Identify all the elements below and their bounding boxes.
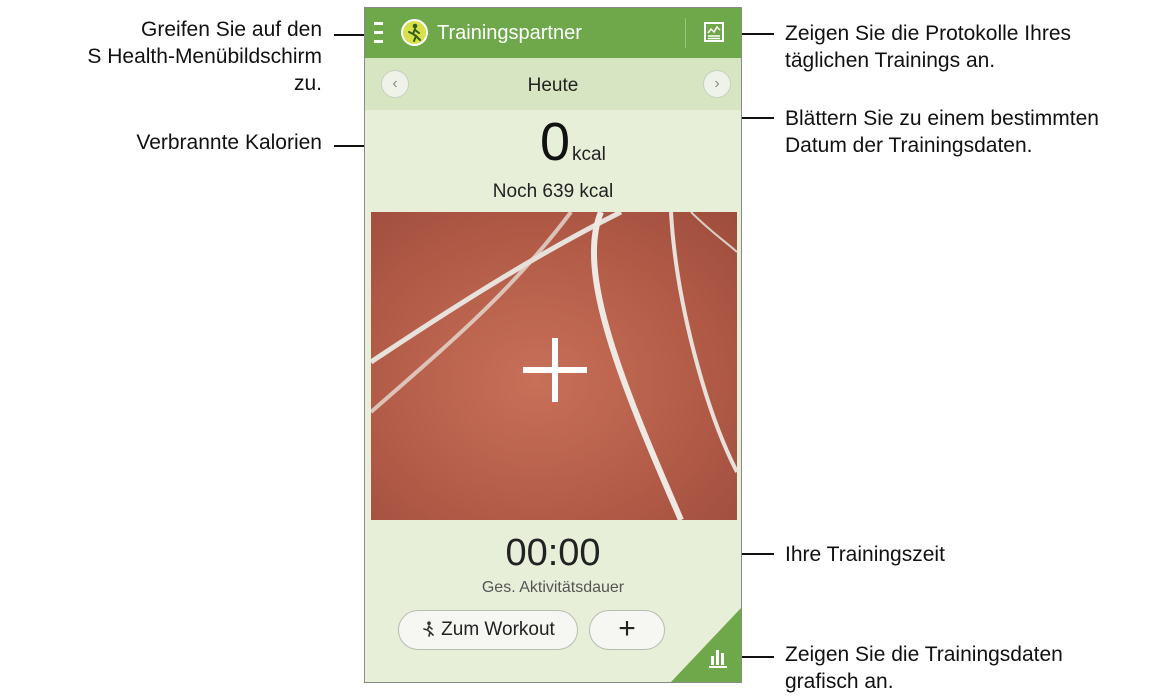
- callout-menu-line2: S Health-Menübildschirm zu.: [87, 45, 322, 95]
- add-button[interactable]: +: [589, 610, 665, 650]
- app-bar: Trainingspartner: [365, 8, 741, 58]
- callout-date-line2: Datum der Trainingsdaten.: [785, 134, 1033, 157]
- leader-graph: [738, 656, 774, 658]
- callout-menu: Greifen Sie auf den S Health-Menübildsch…: [60, 16, 322, 97]
- callout-logs-line2: täglichen Trainings an.: [785, 49, 996, 72]
- callout-graph-line1: Zeigen Sie die Trainingsdaten: [785, 643, 1063, 666]
- walking-person-icon: [421, 611, 435, 649]
- callout-date-line1: Blättern Sie zu einem bestimmten: [785, 107, 1099, 130]
- workout-button-label: Zum Workout: [441, 619, 555, 640]
- appbar-divider: [685, 18, 686, 48]
- app-title: Trainingspartner: [437, 22, 582, 44]
- calories-value: 0: [540, 112, 571, 172]
- callout-graph-line2: grafisch an.: [785, 670, 894, 693]
- exercise-log-icon[interactable]: [704, 22, 724, 42]
- add-workout-plus-icon[interactable]: [371, 212, 737, 520]
- phone-screen: Trainingspartner ‹ Heute › 0 kcal Noch 6…: [364, 7, 742, 683]
- date-navigation: ‹ Heute ›: [365, 58, 741, 110]
- chevron-right-icon[interactable]: ›: [703, 70, 731, 98]
- menu-icon[interactable]: [374, 22, 384, 44]
- exercise-time-value: 00:00: [505, 532, 601, 574]
- callout-logs-line1: Zeigen Sie die Protokolle Ihres: [785, 22, 1071, 45]
- callout-menu-line1: Greifen Sie auf den: [141, 18, 322, 41]
- callout-date: Blättern Sie zu einem bestimmten Datum d…: [785, 105, 1157, 159]
- callout-time: Ihre Trainingszeit: [785, 543, 945, 566]
- exercise-time-caption: Ges. Aktivitätsdauer: [481, 579, 625, 596]
- callout-graph: Zeigen Sie die Trainingsdaten grafisch a…: [785, 641, 1155, 695]
- date-label: Heute: [527, 75, 579, 96]
- callout-logs: Zeigen Sie die Protokolle Ihres tägliche…: [785, 20, 1155, 74]
- callout-calories: Verbrannte Kalorien: [136, 131, 322, 154]
- trainer-logo-icon: [401, 19, 428, 46]
- calories-unit: kcal: [572, 144, 606, 165]
- workout-button[interactable]: Zum Workout: [398, 610, 578, 650]
- running-track-image[interactable]: [371, 212, 737, 520]
- calories-remaining: Noch 639 kcal: [492, 181, 614, 202]
- graph-view-button[interactable]: [671, 608, 741, 682]
